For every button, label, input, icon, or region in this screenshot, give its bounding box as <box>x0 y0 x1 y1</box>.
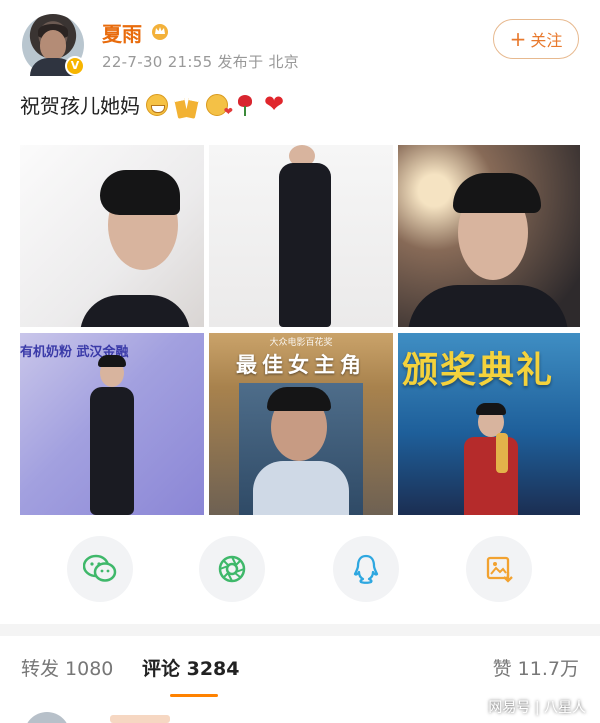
post-text: 祝贺孩儿她妈 ❤ <box>20 90 286 119</box>
save-image-icon <box>486 556 513 583</box>
plus-icon: + <box>509 27 527 51</box>
wechat-icon <box>83 554 117 582</box>
tab-forward[interactable]: 转发 1080 <box>21 654 113 681</box>
award-title: 最佳女主角 <box>236 353 366 377</box>
comment-username <box>110 715 170 723</box>
save-image-button[interactable] <box>466 536 532 602</box>
ceremony-title: 颁奖典礼 <box>402 350 555 391</box>
moments-icon <box>218 555 246 583</box>
post-meta: 22-7-30 21:55 发布于 北京 <box>102 53 300 71</box>
cheers-emoji-icon <box>174 94 200 116</box>
interaction-tabs: 转发 1080 评论 3284 赞 11.7万 <box>0 654 600 684</box>
heart-emoji-icon: ❤ <box>263 89 285 118</box>
follow-label: 关注 <box>530 31 563 50</box>
active-tab-indicator <box>170 694 218 697</box>
photo-4[interactable]: 有机奶粉 武汉金融 <box>20 333 204 515</box>
tab-comment[interactable]: 评论 3284 <box>142 654 240 681</box>
comment-avatar[interactable] <box>24 712 70 723</box>
tab-like[interactable]: 赞 11.7万 <box>493 654 579 681</box>
username[interactable]: 夏雨 <box>102 18 142 47</box>
share-row <box>0 536 600 606</box>
section-divider <box>0 624 600 636</box>
qq-share-button[interactable] <box>333 536 399 602</box>
verified-badge-icon: V <box>65 56 85 76</box>
watermark: 网易号 | 八星人 <box>488 700 586 716</box>
qq-icon <box>353 554 379 584</box>
crown-badge-icon <box>152 24 168 40</box>
rose-emoji-icon <box>234 94 256 116</box>
award-name: 大众电影百花奖 <box>269 338 333 348</box>
photo-5[interactable]: 大众电影百花奖 最佳女主角 <box>209 333 393 515</box>
photo-1[interactable] <box>20 145 204 327</box>
photo-6[interactable]: 颁奖典礼 <box>398 333 580 515</box>
photo-2[interactable] <box>209 145 393 327</box>
kiss-emoji-icon <box>206 93 233 118</box>
follow-button[interactable]: + 关注 <box>493 19 579 59</box>
photo-3[interactable] <box>398 145 580 327</box>
post-text-content: 祝贺孩儿她妈 <box>20 94 140 118</box>
wechat-share-button[interactable] <box>67 536 133 602</box>
grin-emoji-icon <box>146 93 168 116</box>
moments-share-button[interactable] <box>199 536 265 602</box>
